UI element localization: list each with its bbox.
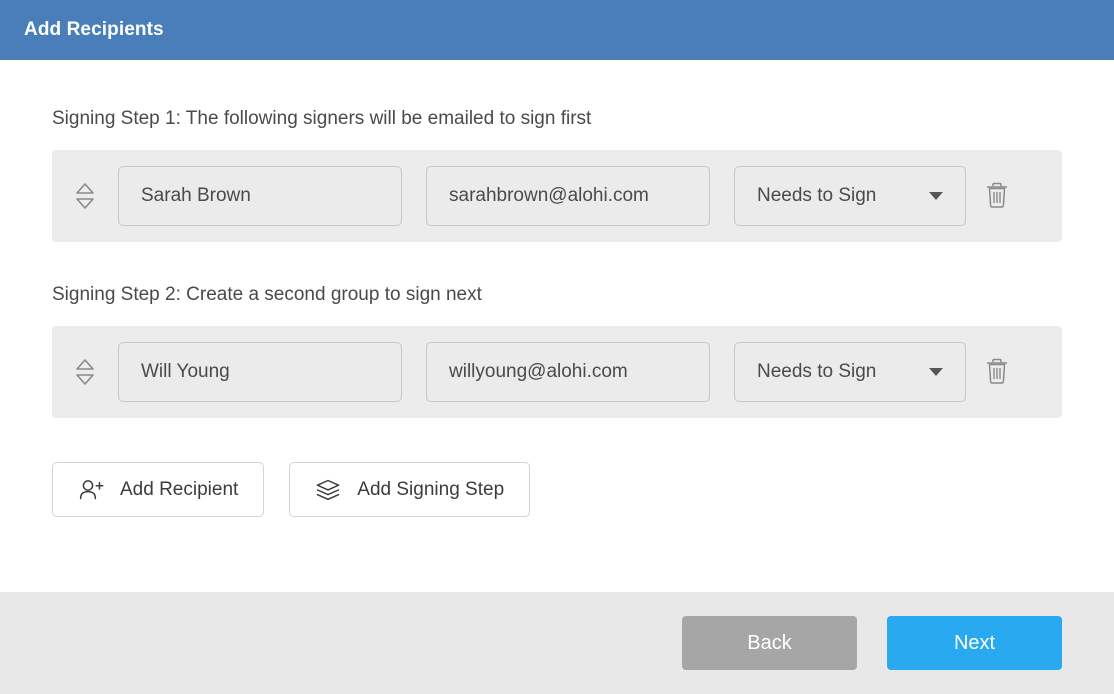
user-plus-icon	[78, 478, 104, 502]
add-signing-step-label: Add Signing Step	[357, 478, 505, 500]
signing-step-1-label: Signing Step 1: The following signers wi…	[52, 108, 592, 129]
next-button[interactable]: Next	[887, 616, 1062, 670]
recipient-role-value: Needs to Sign	[757, 185, 877, 206]
add-actions: Add Recipient Add Signing Step	[52, 462, 1062, 517]
recipient-email-input[interactable]: willyoung@alohi.com	[426, 342, 710, 402]
recipient-row: Will Young willyoung@alohi.com Needs to …	[52, 326, 1062, 418]
add-recipient-label: Add Recipient	[120, 478, 239, 500]
delete-recipient-button[interactable]	[966, 358, 1028, 386]
recipient-name-input[interactable]: Sarah Brown	[118, 166, 402, 226]
page-title: Add Recipients	[24, 19, 164, 40]
recipient-row: Sarah Brown sarahbrown@alohi.com Needs t…	[52, 150, 1062, 242]
chevron-down-icon	[929, 368, 943, 376]
recipient-email-input[interactable]: sarahbrown@alohi.com	[426, 166, 710, 226]
dialog-footer: Back Next	[0, 592, 1114, 694]
trash-icon	[986, 358, 1008, 384]
layers-icon	[315, 478, 341, 502]
chevron-down-icon	[929, 192, 943, 200]
back-button[interactable]: Back	[682, 616, 857, 670]
drag-sort-icon[interactable]	[52, 181, 118, 211]
recipient-role-value: Needs to Sign	[757, 361, 877, 382]
dialog-header: Add Recipients	[0, 0, 1114, 60]
drag-sort-icon[interactable]	[52, 357, 118, 387]
add-recipient-button[interactable]: Add Recipient	[52, 462, 265, 517]
recipient-role-select[interactable]: Needs to Sign	[734, 342, 966, 402]
dialog-body: Signing Step 1: The following signers wi…	[0, 60, 1114, 592]
trash-icon	[986, 182, 1008, 208]
recipient-role-select[interactable]: Needs to Sign	[734, 166, 966, 226]
recipient-name-input[interactable]: Will Young	[118, 342, 402, 402]
add-signing-step-button[interactable]: Add Signing Step	[289, 462, 531, 517]
add-recipients-dialog: Add Recipients Signing Step 1: The follo…	[0, 0, 1114, 694]
delete-recipient-button[interactable]	[966, 182, 1028, 210]
signing-step-2-label: Signing Step 2: Create a second group to…	[52, 284, 482, 305]
